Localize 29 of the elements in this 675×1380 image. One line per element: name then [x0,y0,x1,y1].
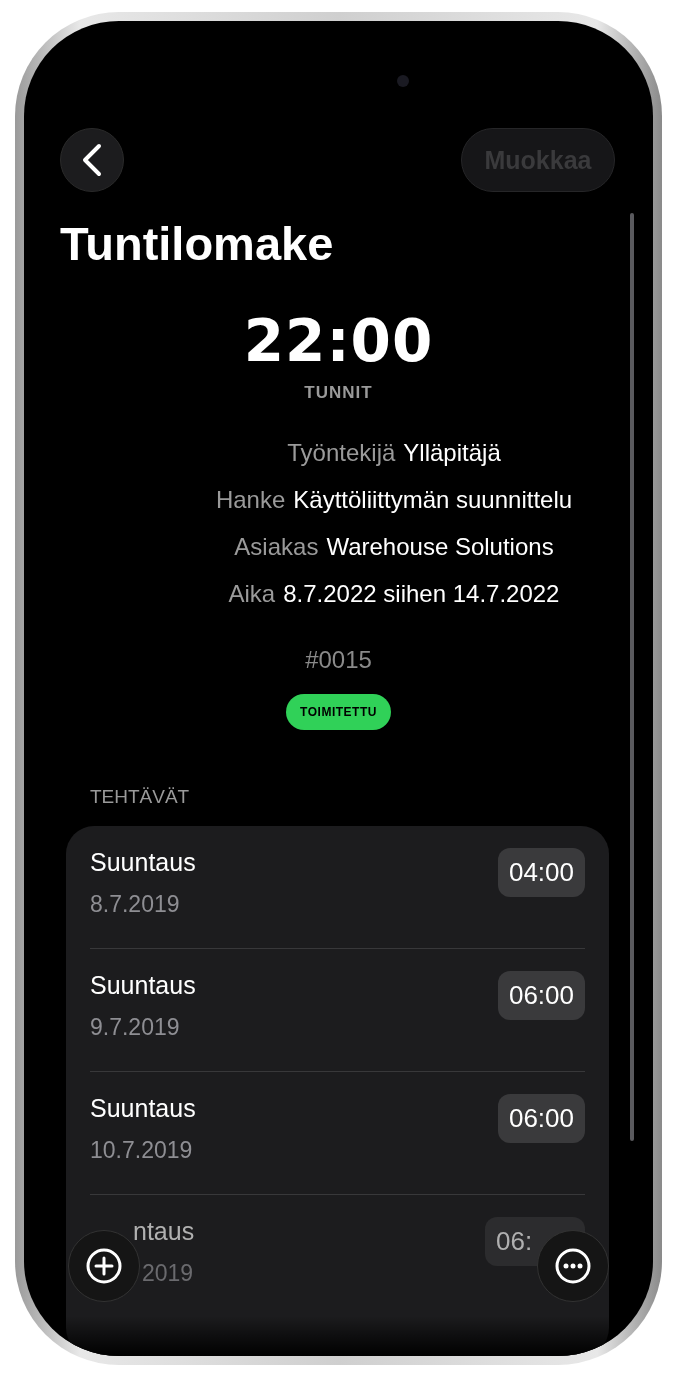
task-title: Suuntaus [90,848,196,877]
detail-value: 8.7.2022 siihen 14.7.2022 [283,580,560,608]
task-date: 10.7.2019 [90,1137,194,1164]
plus-circle-icon [86,1248,122,1284]
task-date: 9.7.2019 [90,1014,181,1041]
task-duration: 04:00 [497,848,585,897]
task-date: 8.7.2019 [90,891,181,918]
camera-icon [397,75,409,87]
chevron-left-icon [82,143,102,177]
section-header: TEHTÄVÄT [90,786,191,808]
detail-value: Warehouse Solutions [326,533,554,561]
detail-value: Ylläpitäjä [403,439,501,467]
task-title: ntaus [133,1217,195,1246]
task-title: Suuntaus [90,1094,196,1123]
detail-label: Asiakas [234,533,319,561]
task-duration: 06:00 [497,1094,585,1143]
task-duration: 06:00 [497,971,585,1020]
detail-label: Hanke [215,486,286,514]
timesheet-number: #0015 [305,646,372,674]
hours-label: TUNNIT [304,383,373,403]
task-date: 2019 [142,1260,195,1287]
status-badge: TOIMITETTU [286,694,391,730]
more-icon [555,1248,591,1284]
detail-label: Aika [228,580,276,608]
total-hours: 22:00 [243,307,434,375]
page-title: Tuntilomake [60,216,335,271]
detail-value: Käyttöliittymän suunnittelu [293,486,573,514]
task-title: Suuntaus [90,971,196,1000]
detail-label: Työntekijä [287,439,396,467]
